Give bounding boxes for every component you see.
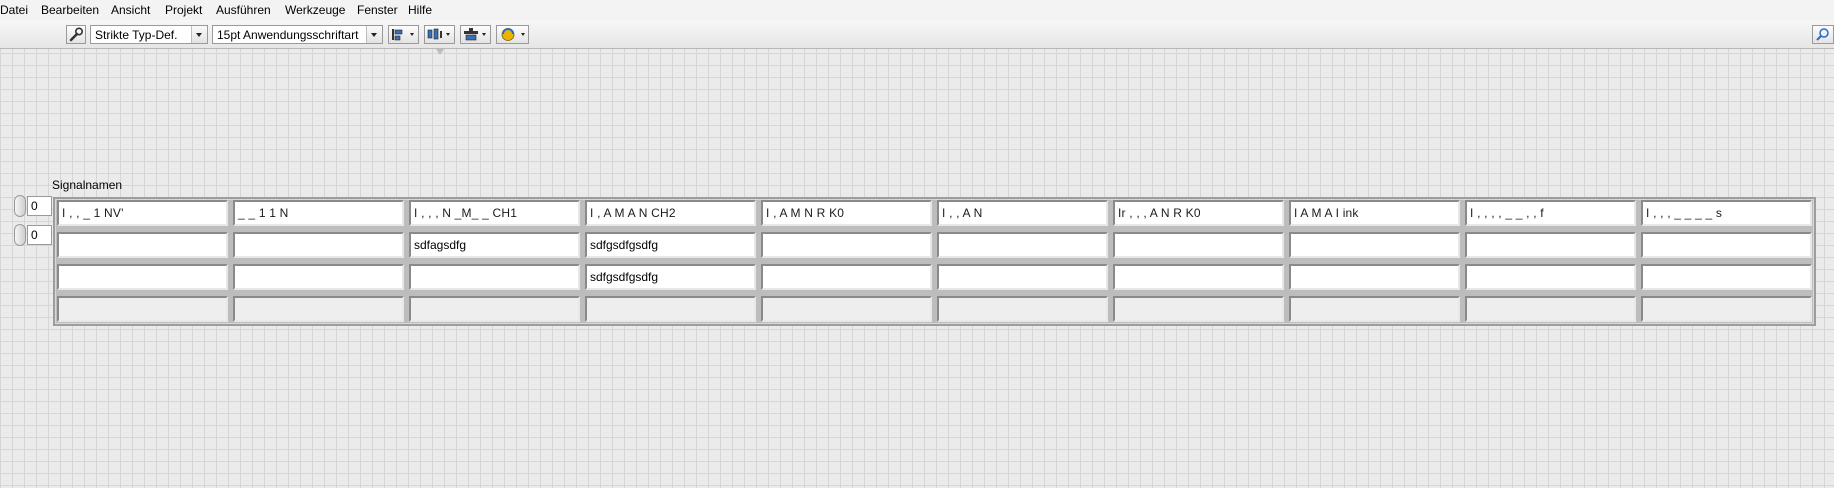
- row-index-display[interactable]: 0: [2, 195, 52, 217]
- table-cell[interactable]: [937, 264, 1108, 290]
- table-cell[interactable]: [233, 264, 404, 290]
- table-header-cell[interactable]: I , , , , _ _ , , f: [1465, 200, 1636, 226]
- resize-objects-button[interactable]: [460, 25, 491, 44]
- table-header-text: I , , , _ _ _ _ s: [1646, 206, 1723, 220]
- table-header-cell[interactable]: I , , A N: [937, 200, 1108, 226]
- table-cell[interactable]: [57, 232, 228, 258]
- table-cell[interactable]: [233, 296, 404, 322]
- typedef-label: Strikte Typ-Def.: [95, 28, 178, 42]
- table-cell[interactable]: [937, 232, 1108, 258]
- table-header-text: I , , A N: [942, 206, 983, 220]
- table-cell[interactable]: [761, 264, 932, 290]
- table-cell[interactable]: [1641, 296, 1812, 322]
- table-cell[interactable]: [1289, 296, 1460, 322]
- menu-bearbeiten[interactable]: Bearbeiten: [41, 3, 99, 17]
- chevron-down-icon: [191, 26, 207, 43]
- menu-projekt[interactable]: Projekt: [165, 3, 202, 17]
- table-header-text: I , A M A N CH2: [590, 206, 676, 220]
- column-index-value[interactable]: 0: [27, 225, 52, 245]
- table-cell[interactable]: [1289, 264, 1460, 290]
- table-header-cell[interactable]: I , A M A N CH2: [585, 200, 756, 226]
- table-header-cell[interactable]: I , , , _ _ _ _ s: [1641, 200, 1812, 226]
- toolbar: Strikte Typ-Def. 15pt Anwendungsschrifta…: [0, 20, 1834, 49]
- table-header-cell[interactable]: Ir , , , A N R K0: [1113, 200, 1284, 226]
- table-cell-text: sdfgsdfgsdfg: [590, 238, 659, 252]
- table-header-text: I , A M N R K0: [766, 206, 845, 220]
- font-label: 15pt Anwendungsschriftart: [217, 28, 359, 42]
- chevron-down-icon: [366, 26, 382, 43]
- menu-fenster[interactable]: Fenster: [357, 3, 398, 17]
- table-cell[interactable]: sdfagsdfg: [409, 232, 580, 258]
- table-cell[interactable]: [761, 232, 932, 258]
- table-cell[interactable]: sdfgsdfgsdfg: [585, 264, 756, 290]
- menu-bar: Datei Bearbeiten Ansicht Projekt Ausführ…: [0, 0, 1834, 21]
- typedef-select[interactable]: Strikte Typ-Def.: [90, 25, 208, 44]
- column-index-display[interactable]: 0: [2, 224, 52, 246]
- search-icon: [1816, 28, 1829, 41]
- wrench-icon[interactable]: [66, 25, 86, 44]
- table-cell[interactable]: [1465, 296, 1636, 322]
- resize-objects-icon: [464, 28, 486, 41]
- menu-datei[interactable]: Datei: [0, 3, 28, 17]
- menu-ansicht[interactable]: Ansicht: [111, 3, 150, 17]
- table-header-cell[interactable]: I A M A I ink: [1289, 200, 1460, 226]
- table-cell[interactable]: sdfgsdfgsdfg: [585, 232, 756, 258]
- table-header-text: I , , , N _M_ _ CH1: [414, 206, 518, 220]
- table-header-cell[interactable]: I , , , N _M_ _ CH1: [409, 200, 580, 226]
- increment-decrement-icon[interactable]: [14, 195, 26, 217]
- control-label: Signalnamen: [52, 178, 123, 192]
- menu-ausfuehren[interactable]: Ausführen: [216, 3, 271, 17]
- reorder-icon: [501, 28, 525, 41]
- table-cell[interactable]: [1465, 264, 1636, 290]
- table-cell[interactable]: [1113, 232, 1284, 258]
- table-header-text: Ir , , , A N R K0: [1118, 206, 1201, 220]
- align-objects-icon: [392, 29, 414, 41]
- table-cell[interactable]: [233, 232, 404, 258]
- table-cell[interactable]: [1465, 232, 1636, 258]
- distribute-objects-icon: [427, 28, 450, 40]
- menu-werkzeuge[interactable]: Werkzeuge: [285, 3, 345, 17]
- table-cell[interactable]: [1641, 264, 1812, 290]
- menu-hilfe[interactable]: Hilfe: [408, 3, 432, 17]
- table-cell-text: sdfagsdfg: [414, 238, 467, 252]
- table-header-text: I , , _ 1 NV': [62, 206, 124, 220]
- table-header-text: I A M A I ink: [1294, 206, 1359, 220]
- row-index-value[interactable]: 0: [27, 196, 52, 216]
- table-cell[interactable]: [409, 264, 580, 290]
- font-select[interactable]: 15pt Anwendungsschriftart: [212, 25, 383, 44]
- table-cell[interactable]: [57, 264, 228, 290]
- grid-origin-marker: [436, 49, 444, 55]
- table-cell[interactable]: [585, 296, 756, 322]
- table-cell-text: sdfgsdfgsdfg: [590, 270, 659, 284]
- table-cell[interactable]: [1641, 232, 1812, 258]
- distribute-objects-button[interactable]: [424, 25, 455, 44]
- table-header-text: I , , , , _ _ , , f: [1470, 206, 1544, 220]
- search-button[interactable]: [1812, 25, 1834, 44]
- table-cell[interactable]: [1113, 264, 1284, 290]
- table-header-cell[interactable]: I , , _ 1 NV': [57, 200, 228, 226]
- table-cell[interactable]: [761, 296, 932, 322]
- align-objects-button[interactable]: [388, 25, 419, 44]
- table-cell[interactable]: [57, 296, 228, 322]
- table-cell[interactable]: [1289, 232, 1460, 258]
- table-cell[interactable]: [937, 296, 1108, 322]
- increment-decrement-icon[interactable]: [14, 224, 26, 246]
- table-cell[interactable]: [409, 296, 580, 322]
- table-cell[interactable]: [1113, 296, 1284, 322]
- reorder-button[interactable]: [496, 25, 529, 44]
- table-header-cell[interactable]: I , A M N R K0: [761, 200, 932, 226]
- table-header-cell[interactable]: _ _ 1 1 N: [233, 200, 404, 226]
- table-header-text: _ _ 1 1 N: [238, 206, 289, 220]
